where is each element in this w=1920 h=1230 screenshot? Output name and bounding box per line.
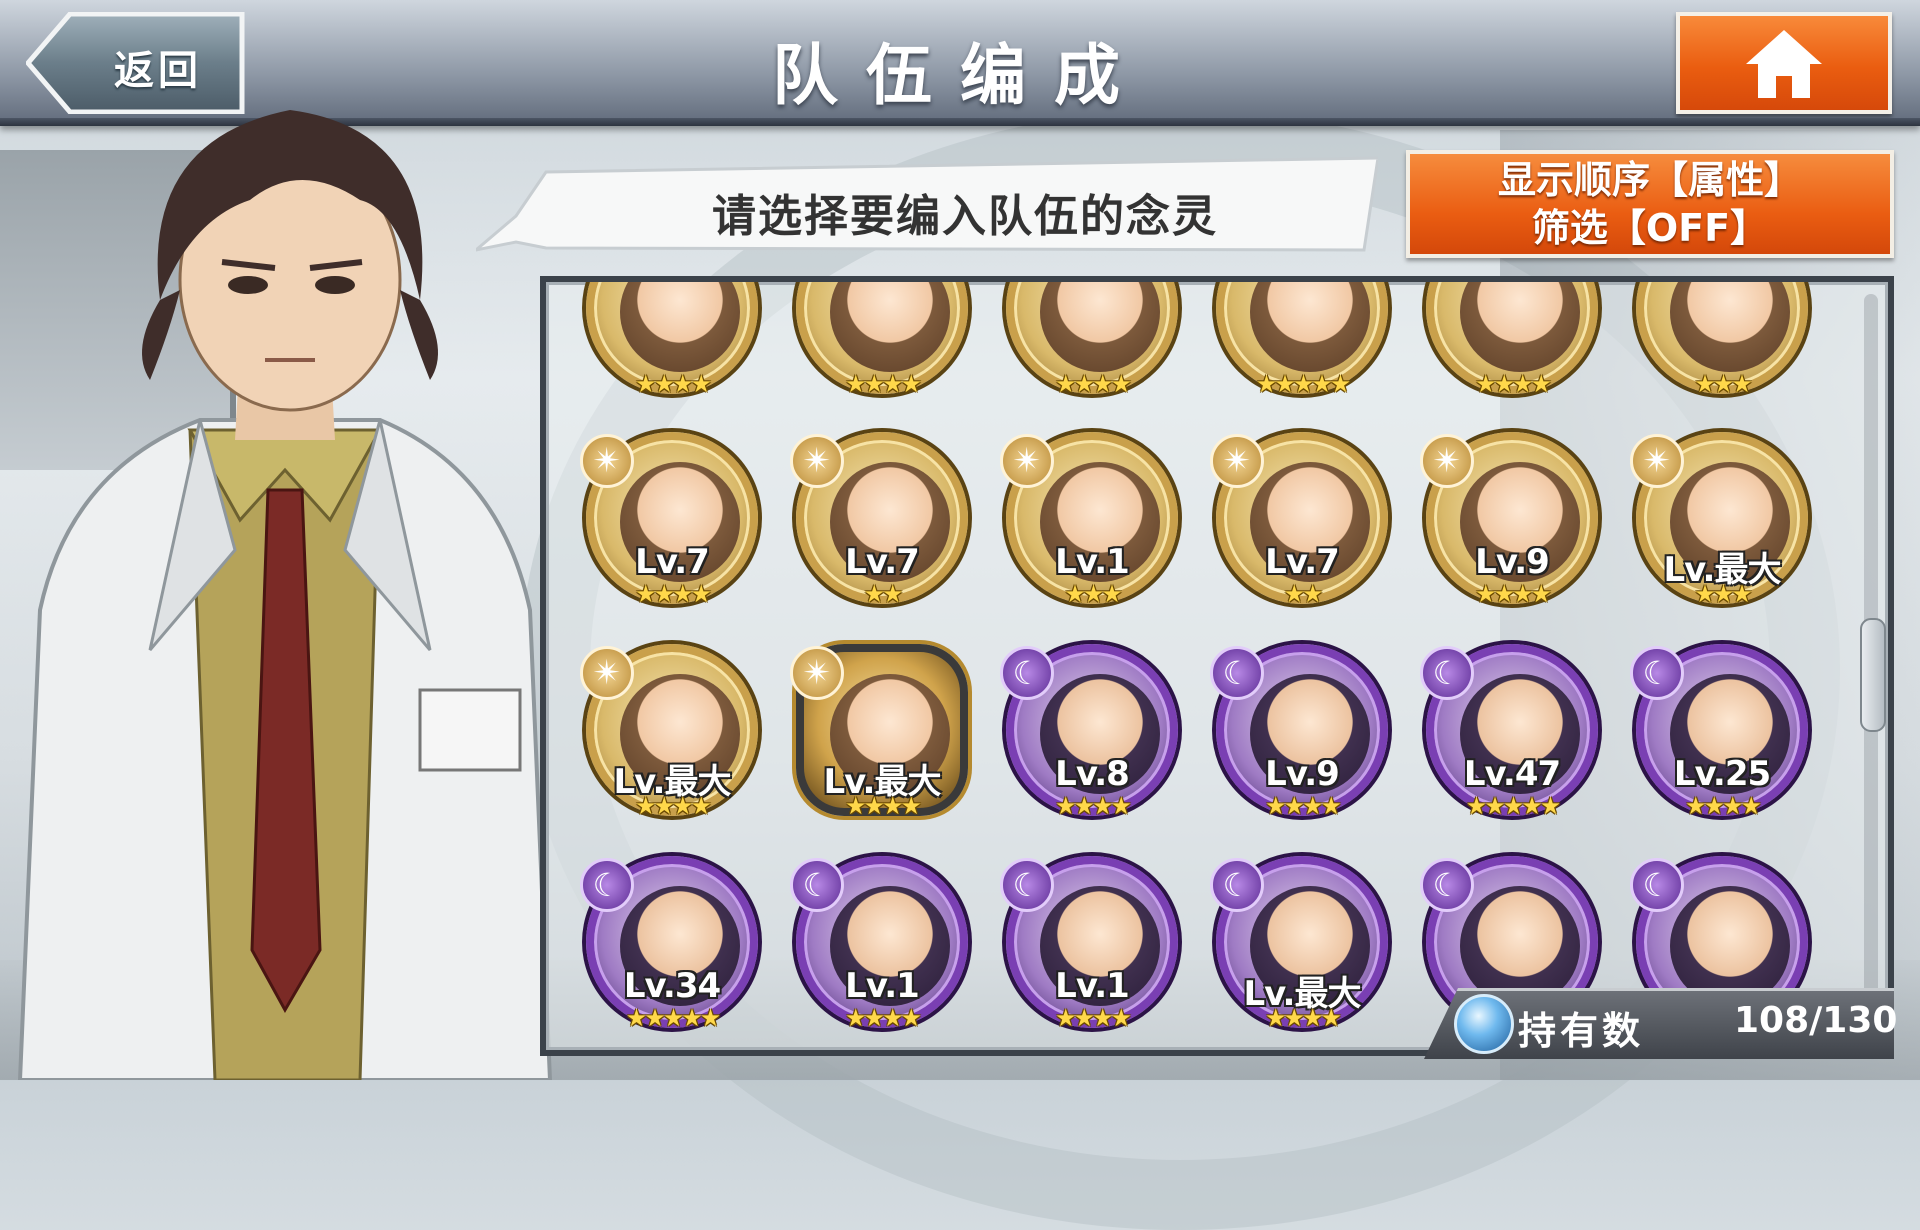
- unit-card[interactable]: ☾ Lv.1 ★★★★: [790, 856, 972, 1050]
- sun-attribute-icon: ✴: [580, 646, 634, 700]
- sun-attribute-icon: ✴: [580, 434, 634, 488]
- unit-card[interactable]: ☾ Lv.9 ★★★★: [1210, 644, 1392, 844]
- unit-rarity-stars: ★★★★: [1054, 1004, 1132, 1032]
- unit-card[interactable]: ✴ Lv.最大 ★★★★: [790, 644, 972, 844]
- unit-rarity-stars: ★★★: [1694, 370, 1753, 398]
- unit-level: Lv.25: [1673, 754, 1771, 794]
- moon-attribute-icon: ☾: [1000, 858, 1054, 912]
- unit-card[interactable]: ✴ Lv.7 ★★: [1210, 432, 1392, 632]
- unit-rarity-stars: ★★★★: [634, 580, 712, 608]
- unit-rarity-stars: ★★★★: [634, 370, 712, 398]
- sun-attribute-icon: ✴: [1000, 434, 1054, 488]
- unit-rarity-stars: ★★★: [1064, 580, 1123, 608]
- spirit-orb-icon: [1454, 994, 1514, 1054]
- unit-rarity-stars: ★★★★: [844, 370, 922, 398]
- instruction-text: 请选择要编入队伍的念灵: [712, 191, 1218, 242]
- unit-rarity-stars: ★★★★: [844, 792, 922, 820]
- unit-level: Lv.1: [845, 966, 920, 1006]
- unit-card[interactable]: ✴ Lv.最大 ★★★★: [580, 644, 762, 844]
- unit-level: Lv.9: [1475, 542, 1550, 582]
- unit-portrait: [1460, 282, 1580, 372]
- home-button[interactable]: [1676, 12, 1892, 114]
- unit-card[interactable]: ☾ Lv.47 ★★★★★: [1420, 644, 1602, 844]
- owned-count: 108/130: [1734, 1000, 1898, 1041]
- unit-card[interactable]: ★★★★: [1422, 282, 1602, 422]
- unit-card[interactable]: ✴ Lv.7 ★★: [790, 432, 972, 632]
- moon-attribute-icon: ☾: [1420, 646, 1474, 700]
- moon-attribute-icon: ☾: [1210, 858, 1264, 912]
- unit-card[interactable]: ✴ Lv.1 ★★★: [1000, 432, 1182, 632]
- unit-list-panel[interactable]: ★★★★ ★★★★ ★★★★ ★★★★★ ★★★★ ★★★ ✴ Lv.7 ★★★★ ✴ Lv.7 ★★…: [540, 276, 1894, 1056]
- unit-level: Lv.1: [1055, 966, 1130, 1006]
- sort-filter-button[interactable]: 显示顺序【属性】 筛选【OFF】: [1406, 150, 1894, 258]
- unit-level: Lv.7: [635, 542, 710, 582]
- id-card: [418, 688, 522, 772]
- unit-rarity-stars: ★★★★: [1264, 792, 1342, 820]
- page-title: 队伍编成: [772, 37, 1148, 114]
- moon-attribute-icon: ☾: [1210, 646, 1264, 700]
- moon-attribute-icon: ☾: [1000, 646, 1054, 700]
- unit-card[interactable]: ☾ Lv.8 ★★★★: [1000, 644, 1182, 844]
- scrollbar-thumb[interactable]: [1860, 618, 1886, 732]
- unit-level: Lv.7: [845, 542, 920, 582]
- sun-attribute-icon: ✴: [1420, 434, 1474, 488]
- filter-label: 筛选【OFF】: [1531, 206, 1769, 250]
- moon-attribute-icon: ☾: [1420, 858, 1474, 912]
- unit-grid: ★★★★ ★★★★ ★★★★ ★★★★★ ★★★★ ★★★ ✴ Lv.7 ★★★★ ✴ Lv.7 ★★…: [546, 282, 1846, 1050]
- unit-level: Lv.8: [1055, 754, 1130, 794]
- unit-card[interactable]: ☾ Lv.34 ★★★★★: [580, 856, 762, 1050]
- sun-attribute-icon: ✴: [790, 646, 844, 700]
- instruction-bubble: 请选择要编入队伍的念灵: [476, 150, 1378, 260]
- unit-rarity-stars: ★★★★: [634, 792, 712, 820]
- moon-attribute-icon: ☾: [1630, 646, 1684, 700]
- sun-attribute-icon: ✴: [790, 434, 844, 488]
- unit-card[interactable]: ★★★★: [792, 282, 972, 422]
- unit-portrait: [1040, 282, 1160, 372]
- unit-rarity-stars: ★★★★: [1054, 792, 1132, 820]
- unit-portrait: [1250, 282, 1370, 372]
- unit-level: Lv.47: [1463, 754, 1561, 794]
- unit-rarity-stars: ★★★★★: [1255, 370, 1352, 398]
- unit-rarity-stars: ★★: [1283, 580, 1323, 608]
- unit-level: Lv.7: [1265, 542, 1340, 582]
- sun-attribute-icon: ✴: [1210, 434, 1264, 488]
- unit-card[interactable]: ✴ Lv.7 ★★★★: [580, 432, 762, 632]
- unit-rarity-stars: ★★★: [1694, 580, 1753, 608]
- unit-card[interactable]: ★★★★: [1002, 282, 1182, 422]
- unit-rarity-stars: ★★★★★: [625, 1004, 722, 1032]
- unit-card[interactable]: ☾ Lv.25 ★★★★: [1630, 644, 1812, 844]
- home-icon: [1746, 30, 1822, 98]
- unit-level: Lv.1: [1055, 542, 1130, 582]
- sun-attribute-icon: ✴: [1630, 434, 1684, 488]
- unit-rarity-stars: ★★★★: [1264, 1004, 1342, 1032]
- owned-label: 持有数: [1518, 1009, 1645, 1053]
- unit-rarity-stars: ★★★★: [1684, 792, 1762, 820]
- unit-card[interactable]: ★★★★: [582, 282, 762, 422]
- unit-portrait: [1670, 282, 1790, 372]
- unit-portrait: [620, 282, 740, 372]
- unit-card[interactable]: ✴ Lv.最大 ★★★: [1630, 432, 1812, 632]
- unit-card[interactable]: ✴ Lv.9 ★★★★: [1420, 432, 1602, 632]
- unit-rarity-stars: ★★★★: [1474, 580, 1552, 608]
- unit-rarity-stars: ★★: [863, 580, 903, 608]
- sort-order-label: 显示顺序【属性】: [1497, 158, 1802, 202]
- unit-card[interactable]: ★★★: [1632, 282, 1812, 422]
- unit-rarity-stars: ★★★★: [1474, 370, 1552, 398]
- unit-rarity-stars: ★★★★: [844, 1004, 922, 1032]
- unit-level: Lv.9: [1265, 754, 1340, 794]
- unit-rarity-stars: ★★★★★: [1465, 792, 1562, 820]
- unit-portrait: [830, 282, 950, 372]
- unit-rarity-stars: ★★★★: [1054, 370, 1132, 398]
- moon-attribute-icon: ☾: [790, 858, 844, 912]
- unit-card[interactable]: ★★★★★: [1212, 282, 1392, 422]
- unit-level: Lv.34: [623, 966, 721, 1006]
- moon-attribute-icon: ☾: [1630, 858, 1684, 912]
- moon-attribute-icon: ☾: [580, 858, 634, 912]
- unit-card[interactable]: ☾ Lv.1 ★★★★: [1000, 856, 1182, 1050]
- unit-card[interactable]: ☾ Lv.最大 ★★★★: [1210, 856, 1392, 1050]
